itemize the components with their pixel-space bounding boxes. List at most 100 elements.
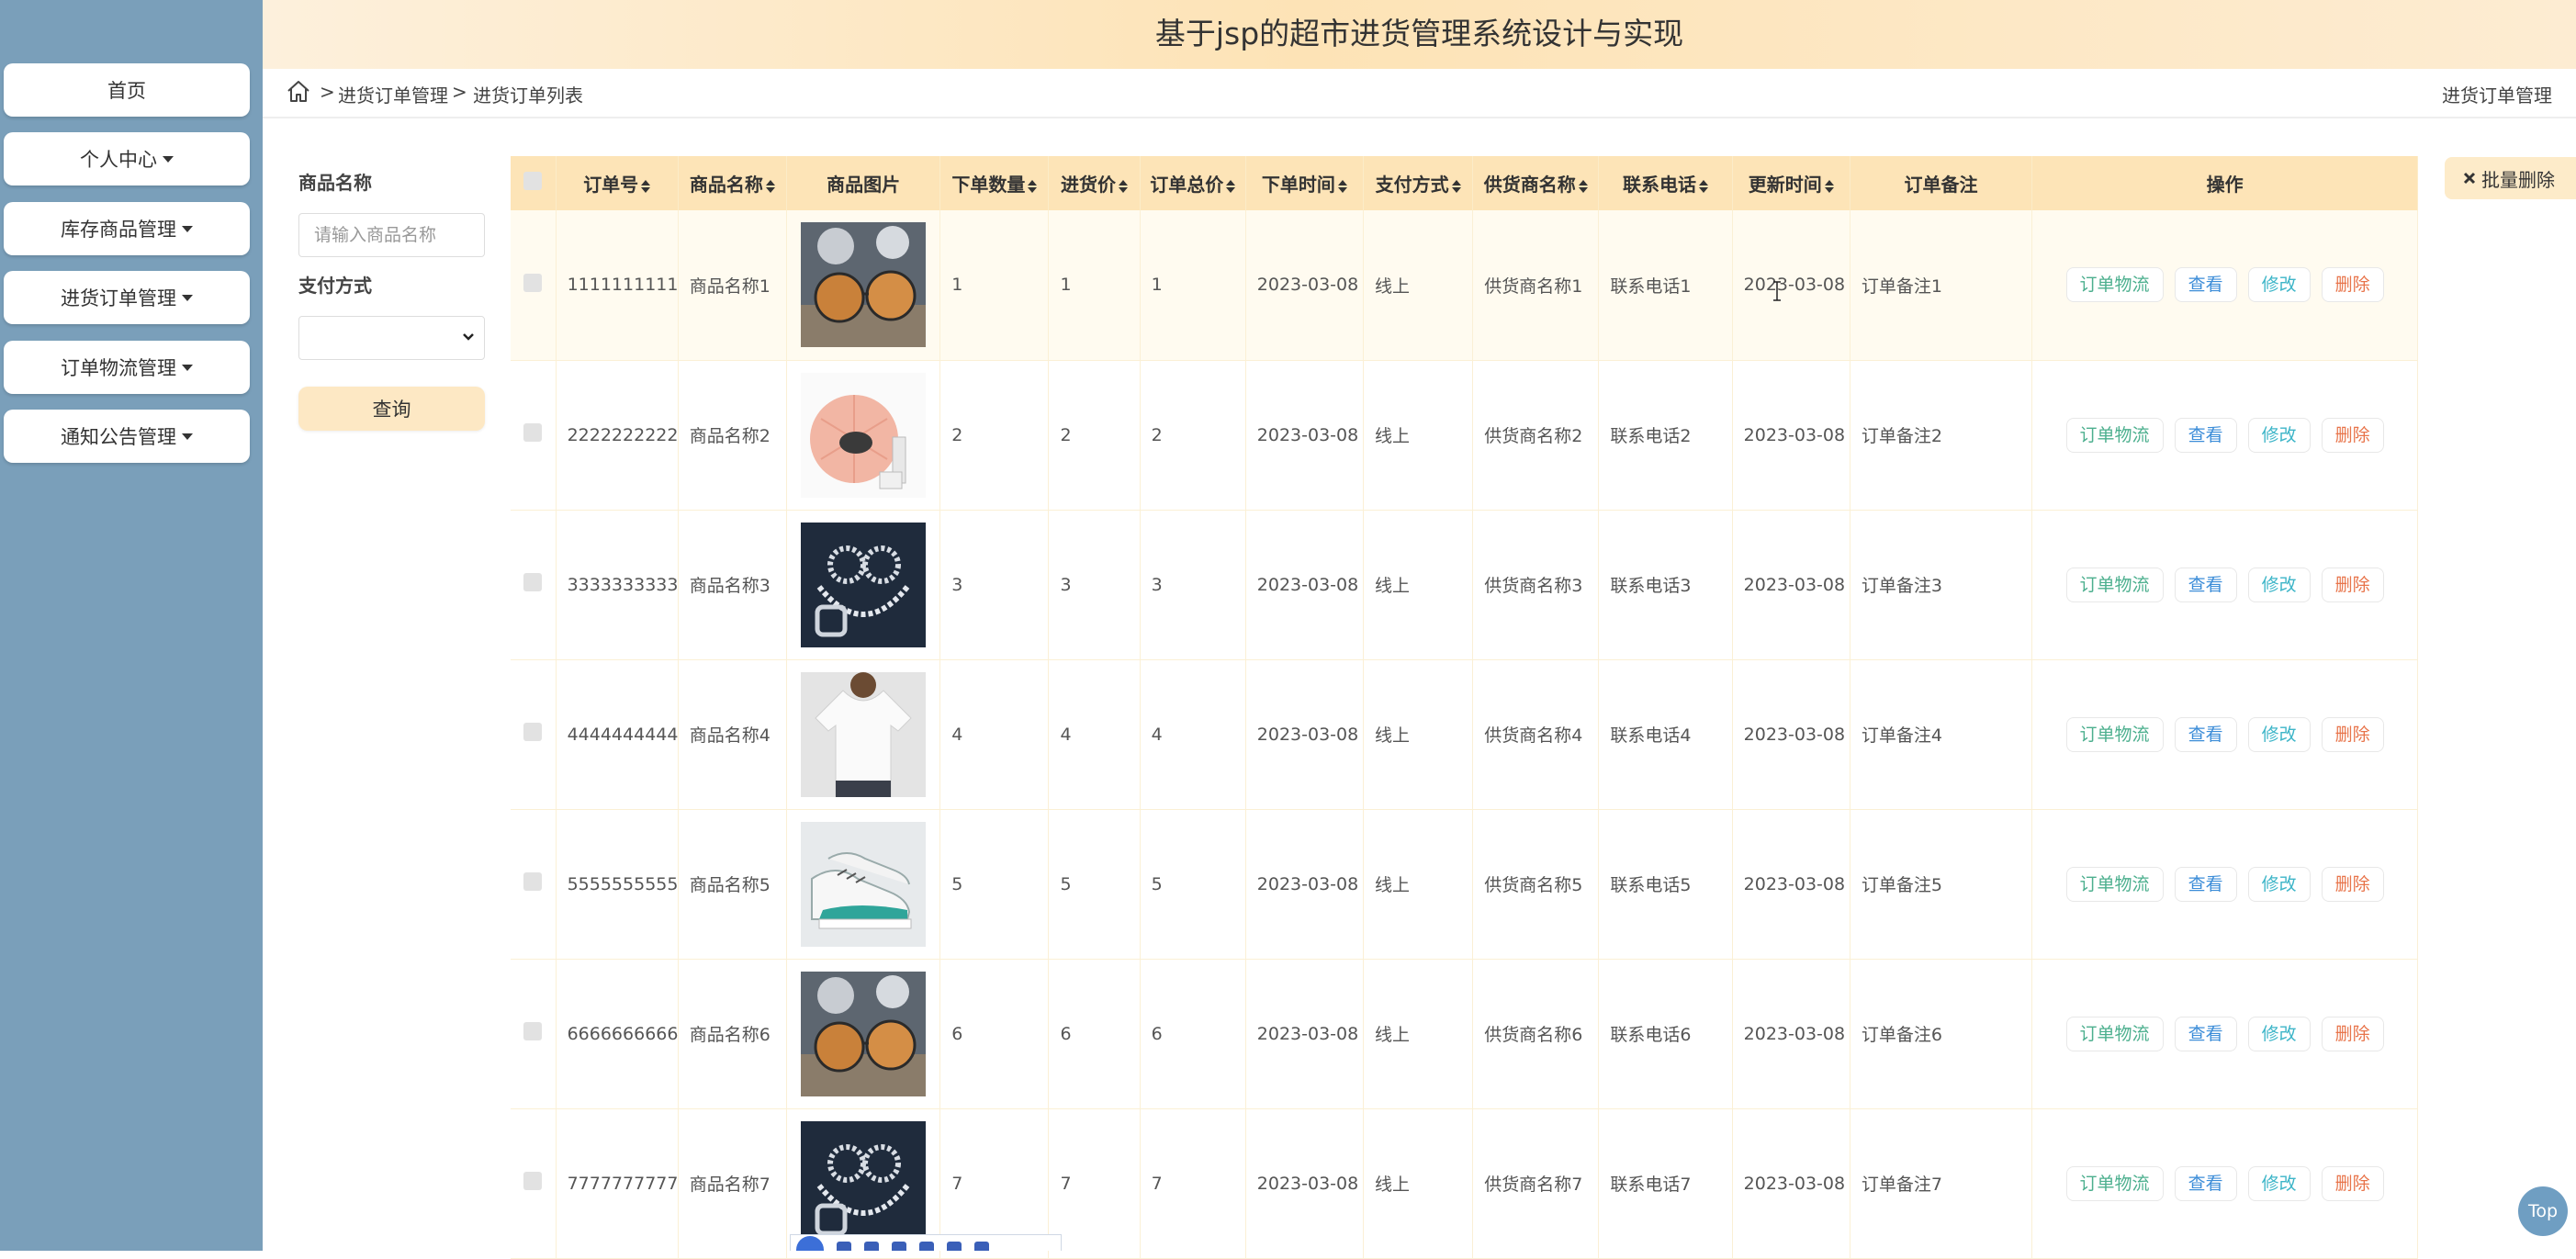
toolbar-logo-icon bbox=[796, 1236, 824, 1251]
edit-button[interactable]: 修改 bbox=[2247, 267, 2311, 303]
edit-button[interactable]: 修改 bbox=[2247, 716, 2311, 752]
view-button[interactable]: 查看 bbox=[2174, 716, 2237, 752]
header-price[interactable]: 进货价 bbox=[1048, 156, 1141, 210]
view-button[interactable]: 查看 bbox=[2174, 1165, 2237, 1201]
cell-total: 7 bbox=[1140, 1108, 1246, 1259]
row-select-cell bbox=[511, 360, 557, 511]
sidebar-item-label: 进货订单管理 bbox=[61, 287, 176, 309]
delete-button[interactable]: 删除 bbox=[2321, 866, 2384, 902]
cell-note: 订单备注4 bbox=[1850, 659, 2033, 810]
product-image[interactable] bbox=[801, 971, 927, 1096]
view-button[interactable]: 查看 bbox=[2174, 1016, 2237, 1051]
header-updated[interactable]: 更新时间 bbox=[1732, 156, 1850, 210]
payment-method-label: 支付方式 bbox=[298, 275, 372, 297]
sidebar-item-profile[interactable]: 个人中心 bbox=[4, 132, 250, 185]
header-label: 订单号 bbox=[583, 174, 639, 196]
edit-button[interactable]: 修改 bbox=[2247, 417, 2311, 453]
cell-order-time: 2023-03-08 bbox=[1245, 210, 1365, 361]
row-checkbox[interactable] bbox=[523, 1022, 543, 1040]
header-supplier[interactable]: 供货商名称 bbox=[1472, 156, 1600, 210]
header-quantity[interactable]: 下单数量 bbox=[939, 156, 1050, 210]
sidebar-item-label: 通知公告管理 bbox=[61, 426, 176, 448]
edit-button[interactable]: 修改 bbox=[2247, 1165, 2311, 1201]
header-phone[interactable]: 联系电话 bbox=[1598, 156, 1733, 210]
delete-button[interactable]: 删除 bbox=[2321, 1165, 2384, 1201]
header-total[interactable]: 订单总价 bbox=[1140, 156, 1246, 210]
toolbar-tool-icon[interactable] bbox=[837, 1242, 851, 1251]
logistics-button[interactable]: 订单物流 bbox=[2065, 1016, 2164, 1051]
home-icon[interactable] bbox=[285, 78, 312, 106]
header-payment[interactable]: 支付方式 bbox=[1363, 156, 1474, 210]
payment-method-select[interactable] bbox=[298, 316, 485, 360]
breadcrumb-item-orders[interactable]: 进货订单管理 bbox=[338, 81, 448, 107]
row-checkbox[interactable] bbox=[523, 423, 543, 442]
cell-quantity: 6 bbox=[939, 959, 1050, 1109]
product-image[interactable] bbox=[801, 1120, 927, 1246]
header-order-no[interactable]: 订单号 bbox=[556, 156, 679, 210]
table-row: 1111111111 商品名称1 1 1 1 2023-03-08 线上 供货商名称1 联系电话… bbox=[511, 210, 2418, 361]
row-checkbox[interactable] bbox=[523, 723, 543, 741]
sidebar-item-purchase-orders[interactable]: 进货订单管理 bbox=[4, 271, 250, 324]
cell-payment: 线上 bbox=[1363, 1108, 1474, 1259]
row-checkbox[interactable] bbox=[523, 1172, 543, 1190]
row-checkbox[interactable] bbox=[523, 872, 543, 891]
product-name-input[interactable] bbox=[298, 213, 485, 257]
product-image[interactable] bbox=[801, 821, 927, 947]
logistics-button[interactable]: 订单物流 bbox=[2065, 417, 2164, 453]
cell-total: 6 bbox=[1140, 959, 1246, 1109]
view-button[interactable]: 查看 bbox=[2174, 866, 2237, 902]
logistics-button[interactable]: 订单物流 bbox=[2065, 267, 2164, 303]
table-row: 5555555555 商品名称5 5 5 5 2023-03-08 线上 供货商名称5 联系电话… bbox=[511, 809, 2418, 960]
batch-delete-button[interactable]: 批量删除 bbox=[2445, 157, 2576, 199]
view-button[interactable]: 查看 bbox=[2174, 567, 2237, 602]
delete-button[interactable]: 删除 bbox=[2321, 567, 2384, 602]
edit-button[interactable]: 修改 bbox=[2247, 1016, 2311, 1051]
product-image[interactable] bbox=[801, 671, 927, 797]
cell-product-image bbox=[786, 809, 941, 960]
select-all-checkbox[interactable] bbox=[523, 172, 543, 190]
delete-button[interactable]: 删除 bbox=[2321, 417, 2384, 453]
breadcrumb: > 进货订单管理 > 进货订单列表 进货订单管理 bbox=[263, 69, 2576, 118]
text-cursor-icon bbox=[1773, 281, 1781, 301]
view-button[interactable]: 查看 bbox=[2174, 267, 2237, 303]
toolbar-tool-icon[interactable] bbox=[947, 1242, 962, 1251]
toolbar-tool-icon[interactable] bbox=[864, 1242, 879, 1251]
back-to-top-button[interactable]: Top bbox=[2518, 1186, 2568, 1236]
row-checkbox[interactable] bbox=[523, 273, 543, 292]
toolbar-tool-icon[interactable] bbox=[974, 1242, 989, 1251]
header-label: 商品图片 bbox=[827, 174, 901, 196]
sidebar-item-notices[interactable]: 通知公告管理 bbox=[4, 410, 250, 463]
row-select-cell bbox=[511, 659, 557, 810]
cell-supplier: 供货商名称2 bbox=[1472, 360, 1600, 511]
sidebar-item-inventory[interactable]: 库存商品管理 bbox=[4, 202, 250, 255]
header-product-name[interactable]: 商品名称 bbox=[678, 156, 787, 210]
product-image[interactable] bbox=[801, 372, 927, 498]
sidebar-item-logistics[interactable]: 订单物流管理 bbox=[4, 341, 250, 394]
cell-quantity: 3 bbox=[939, 510, 1050, 660]
delete-button[interactable]: 删除 bbox=[2321, 267, 2384, 303]
logistics-button[interactable]: 订单物流 bbox=[2065, 716, 2164, 752]
logistics-button[interactable]: 订单物流 bbox=[2065, 1165, 2164, 1201]
select-all-cell bbox=[511, 156, 557, 210]
toolbar-tool-icon[interactable] bbox=[919, 1242, 934, 1251]
cell-actions: 订单物流 查看 修改 删除 bbox=[2031, 360, 2418, 511]
edit-button[interactable]: 修改 bbox=[2247, 866, 2311, 902]
logistics-button[interactable]: 订单物流 bbox=[2065, 866, 2164, 902]
header-order-time[interactable]: 下单时间 bbox=[1245, 156, 1365, 210]
floating-toolbar[interactable] bbox=[790, 1234, 1062, 1251]
row-checkbox[interactable] bbox=[523, 573, 543, 591]
toolbar-tool-icon[interactable] bbox=[892, 1242, 906, 1251]
cell-phone: 联系电话5 bbox=[1598, 809, 1733, 960]
delete-button[interactable]: 删除 bbox=[2321, 716, 2384, 752]
logistics-button[interactable]: 订单物流 bbox=[2065, 567, 2164, 602]
view-button[interactable]: 查看 bbox=[2174, 417, 2237, 453]
cell-product-name: 商品名称6 bbox=[678, 959, 787, 1109]
delete-button[interactable]: 删除 bbox=[2321, 1016, 2384, 1051]
product-image[interactable] bbox=[801, 522, 927, 647]
edit-button[interactable]: 修改 bbox=[2247, 567, 2311, 602]
search-button[interactable]: 查询 bbox=[298, 387, 485, 431]
sidebar-item-home[interactable]: 首页 bbox=[4, 63, 250, 117]
product-image[interactable] bbox=[801, 222, 927, 348]
cell-order-time: 2023-03-08 bbox=[1245, 809, 1365, 960]
page-section-title: 进货订单管理 bbox=[2442, 84, 2552, 107]
